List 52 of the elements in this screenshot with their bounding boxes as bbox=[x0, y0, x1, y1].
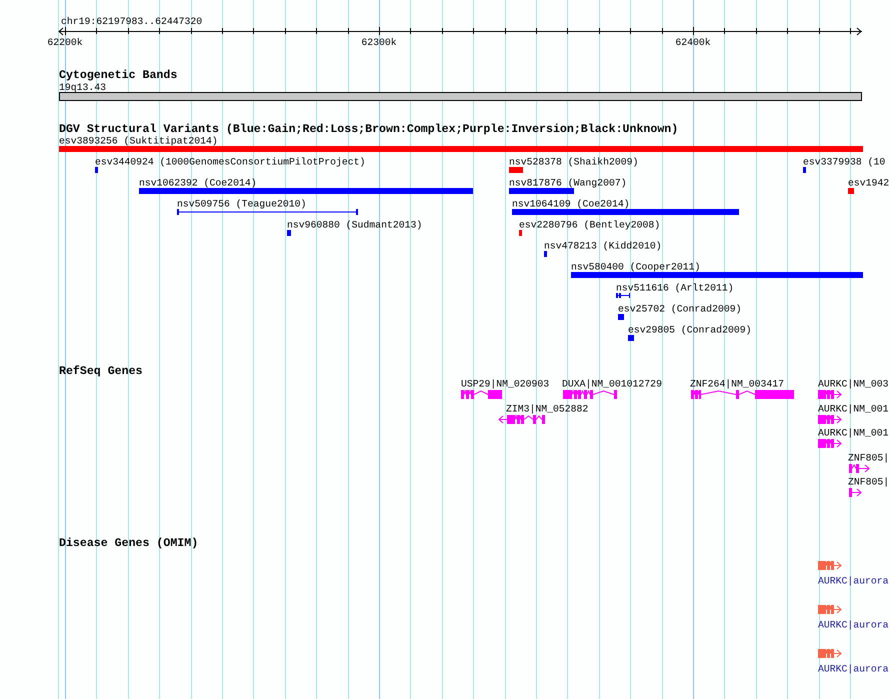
tick-label: 62400k bbox=[675, 37, 711, 48]
track-title: Disease Genes (OMIM) bbox=[59, 537, 198, 550]
region-title: chr19:62197983..62447320 bbox=[61, 16, 202, 27]
gene-model[interactable] bbox=[461, 389, 502, 399]
gene-model[interactable] bbox=[818, 649, 842, 658]
variant-label: nsv960880 (Sudmant2013) bbox=[287, 220, 422, 230]
variant-label: esv29805 (Conrad2009) bbox=[628, 324, 752, 336]
track-title: Cytogenetic Bands bbox=[59, 69, 178, 82]
gene-model[interactable] bbox=[818, 605, 842, 614]
variant-label: nsv580400 (Cooper2011) bbox=[571, 262, 700, 272]
variant-label: nsv1064109 (Coe2014) bbox=[512, 198, 630, 210]
variant-label: esv3379938 (10 bbox=[803, 156, 886, 168]
gene-label: ZNF264|NM_003417 bbox=[690, 378, 784, 390]
gene-model[interactable] bbox=[849, 488, 862, 497]
chromosome-band[interactable] bbox=[59, 92, 862, 101]
gene-label: ZNF805| bbox=[848, 476, 890, 488]
gene-model[interactable] bbox=[849, 464, 870, 473]
track-title: RefSeq Genes bbox=[59, 365, 142, 378]
variant-label: nsv478213 (Kidd2010) bbox=[544, 240, 662, 252]
gene-model[interactable] bbox=[818, 415, 842, 424]
gene-model[interactable] bbox=[691, 390, 794, 399]
variant-label: nsv817876 (Wang2007) bbox=[509, 178, 627, 188]
track-title: DGV Structural Variants (Blue:Gain;Red:Loss;Brown:Complex;Purple:Inversion;Black:Unknown) bbox=[59, 123, 678, 136]
disease-gene-link[interactable]: AURKC|aurora bbox=[818, 576, 889, 586]
gene-model[interactable] bbox=[818, 390, 842, 399]
variant-label: nsv528378 (Shaikh2009) bbox=[509, 156, 638, 168]
gene-label: DUXA|NM_001012729 bbox=[562, 378, 662, 390]
variant-label: nsv511616 (Arlt2011) bbox=[616, 282, 734, 294]
gene-label: ZNF805| bbox=[848, 452, 890, 464]
variant-label: esv25702 (Conrad2009) bbox=[618, 304, 742, 314]
gene-model[interactable] bbox=[563, 389, 617, 399]
variant-label: esv2280796 (Bentley2008) bbox=[519, 220, 660, 230]
band-label: 19q13.43 bbox=[59, 82, 106, 93]
variant-label: esv3440924 (1000GenomesConsortiumPilotProject) bbox=[95, 156, 366, 168]
variant-span[interactable] bbox=[177, 209, 358, 215]
variant-label: esv3893256 (Suktitipat2014) bbox=[59, 136, 218, 146]
disease-gene-link[interactable]: AURKC|aurora bbox=[818, 664, 889, 674]
variant-label: esv1942 bbox=[848, 178, 890, 188]
gene-model[interactable] bbox=[818, 561, 842, 570]
gene-label: AURKC|NM_001 bbox=[818, 428, 889, 438]
tick-label: 62200k bbox=[47, 37, 83, 48]
disease-gene-link[interactable]: AURKC|aurora bbox=[818, 620, 889, 630]
variant-label: nsv509756 (Teague2010) bbox=[177, 198, 306, 210]
gene-label: AURKC|NM_003 bbox=[818, 378, 889, 390]
tick-label: 62300k bbox=[361, 37, 397, 48]
variant-label: nsv1062392 (Coe2014) bbox=[139, 178, 257, 188]
gene-model[interactable] bbox=[498, 414, 545, 424]
gene-label: USP29|NM_020903 bbox=[461, 378, 550, 390]
gene-model[interactable] bbox=[818, 439, 842, 448]
variant-bar[interactable] bbox=[616, 293, 630, 298]
gene-label: ZIM3|NM_052882 bbox=[506, 404, 588, 414]
gene-label: AURKC|NM_001 bbox=[818, 404, 889, 414]
